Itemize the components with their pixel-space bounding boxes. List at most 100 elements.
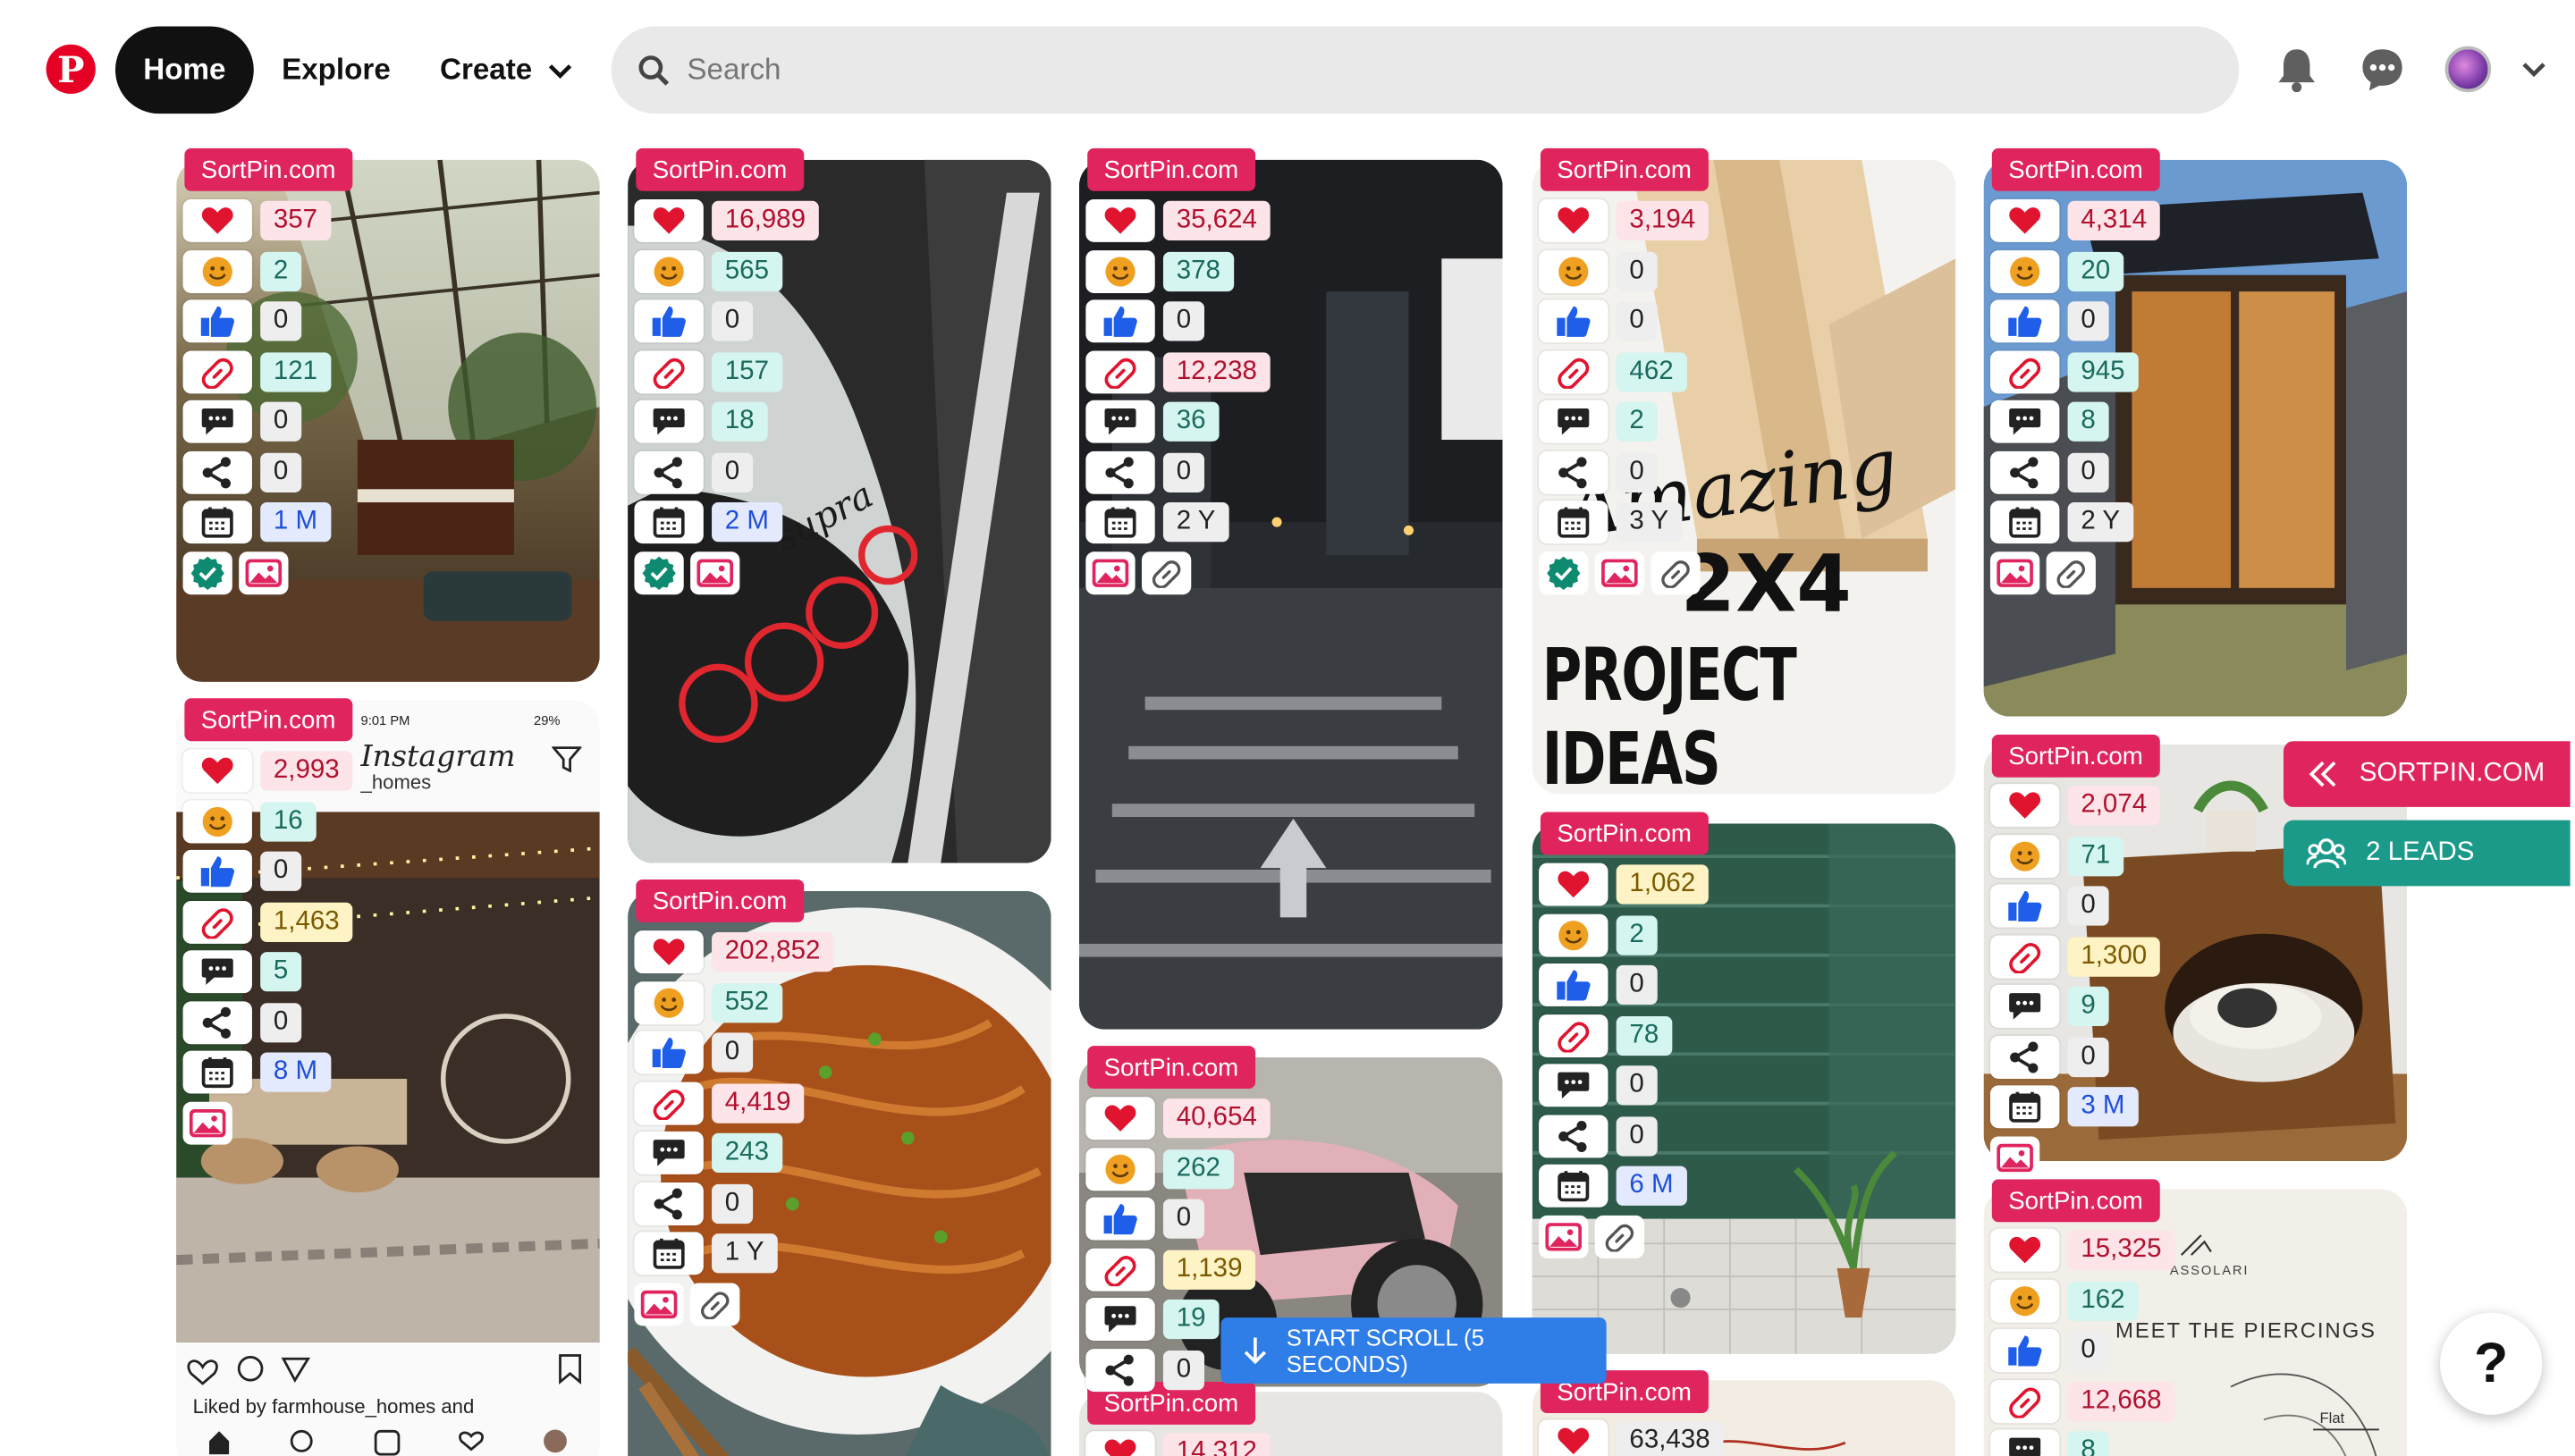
- start-scroll-button[interactable]: START SCROLL (5 SECONDS): [1220, 1317, 1607, 1384]
- pin-stat-likes: 0: [182, 299, 302, 343]
- pin-stat-hearts: 14,312: [1085, 1431, 1271, 1456]
- sortpin-tag[interactable]: SortPin.com: [184, 147, 352, 191]
- image-icon[interactable]: [1989, 1135, 2040, 1179]
- filter-icon: [552, 746, 582, 773]
- image-icon[interactable]: [634, 1282, 684, 1326]
- pin-stat-value: 462: [1616, 351, 1687, 391]
- sortpin-tag[interactable]: SortPin.com: [1991, 734, 2160, 778]
- verified-icon[interactable]: [634, 551, 684, 594]
- link-icon[interactable]: [2046, 551, 2096, 594]
- pin-stat-value: 0: [1616, 451, 1658, 492]
- sortpin-tag[interactable]: SortPin.com: [1540, 147, 1709, 191]
- pin-stat-hearts: 357: [182, 198, 331, 242]
- image-icon[interactable]: [239, 551, 289, 594]
- heart-icon: [1989, 784, 2060, 828]
- pin-stat-reactions: 262: [1085, 1147, 1234, 1191]
- pin-stat-link-clicks: 462: [1539, 349, 1687, 393]
- link-icon[interactable]: [1594, 1214, 1645, 1258]
- verified-icon[interactable]: [1539, 551, 1589, 594]
- account-chevron-down-icon[interactable]: [2508, 43, 2561, 96]
- search-bar[interactable]: [611, 26, 2240, 114]
- heart-icon: [634, 930, 704, 974]
- nav-home-button[interactable]: Home: [114, 26, 254, 114]
- link-icon[interactable]: [1141, 551, 1192, 594]
- heart-icon: [182, 198, 252, 242]
- pin-stat-hearts: 63,438: [1539, 1419, 1724, 1456]
- link-icon[interactable]: [690, 1282, 740, 1326]
- comment-icon: [634, 400, 704, 443]
- leads-panel-button[interactable]: 2 LEADS: [2283, 820, 2571, 887]
- image-icon[interactable]: [182, 1100, 232, 1144]
- pin-stat-value: 3,194: [1616, 200, 1709, 241]
- heart-icon: [1085, 1097, 1155, 1140]
- pin-stat-value: 2: [260, 251, 302, 291]
- image-icon[interactable]: [690, 551, 740, 594]
- pinterest-logo[interactable]: P: [46, 44, 96, 95]
- sortpin-tag[interactable]: SortPin.com: [1540, 812, 1709, 855]
- sortpin-tag[interactable]: SortPin.com: [184, 698, 352, 742]
- pin-stat-value: 0: [712, 451, 753, 492]
- calendar-icon: [1085, 501, 1155, 544]
- pin-stat-value: 1 Y: [712, 1233, 778, 1274]
- sortpin-tag[interactable]: SortPin.com: [636, 879, 804, 922]
- nav-create-menu[interactable]: Create: [426, 26, 585, 114]
- pin-stat-value: 63,438: [1616, 1421, 1724, 1456]
- pin-stat-value: 4,314: [2067, 200, 2160, 241]
- smile-icon: [182, 249, 252, 293]
- pin-stat-value: 35,624: [1162, 200, 1271, 241]
- pin-stat-hearts: 2,074: [1989, 784, 2160, 828]
- piercing-brand: ASSOLARI: [2169, 1263, 2250, 1278]
- instagram-handle: _homes: [360, 770, 432, 795]
- calendar-icon: [634, 501, 704, 544]
- pin-stat-value: 565: [712, 251, 782, 291]
- smile-icon: [634, 980, 704, 1024]
- avatar[interactable]: [2444, 46, 2492, 93]
- pin-stat-hearts: 2,993: [182, 749, 353, 793]
- image-icon[interactable]: [1539, 1214, 1589, 1258]
- share-icon: [634, 1182, 704, 1225]
- pin-stat-value: 243: [712, 1132, 782, 1174]
- instagram-liked-by: Liked by farmhouse_homes and: [192, 1394, 475, 1418]
- search-input[interactable]: [687, 52, 2170, 88]
- messages-icon[interactable]: [2356, 43, 2409, 96]
- pin-stat-value: 0: [712, 1032, 753, 1073]
- heart-icon: [1085, 1431, 1155, 1456]
- sortpin-tag[interactable]: SortPin.com: [636, 147, 804, 191]
- pin-stat-reactions: 378: [1085, 249, 1234, 293]
- calendar-icon: [634, 1232, 704, 1275]
- image-icon[interactable]: [1594, 551, 1645, 594]
- sortpin-panel-label: SORTPIN.COM: [2359, 759, 2545, 787]
- thumb-icon: [182, 849, 252, 893]
- pin-stat-value: 552: [712, 982, 782, 1023]
- image-icon[interactable]: [1989, 551, 2040, 594]
- comment-icon: [1989, 400, 2060, 443]
- pin-stat-shares: 0: [634, 1182, 753, 1225]
- pin-stat-value: 0: [1162, 301, 1204, 341]
- image-icon[interactable]: [1085, 551, 1136, 594]
- share-icon: [1085, 1348, 1155, 1392]
- sortpin-tag[interactable]: SortPin.com: [1991, 1179, 2160, 1223]
- pin-stat-shares: 0: [634, 450, 753, 493]
- pin-stat-reactions: 0: [1539, 249, 1658, 293]
- pin-stat-likes: 0: [182, 849, 302, 893]
- pin-stat-value: 36: [1162, 401, 1220, 442]
- sortpin-tag[interactable]: SortPin.com: [1991, 147, 2160, 191]
- piercing-flat-label: Flat: [2319, 1410, 2345, 1427]
- pin-stat-value: 14,312: [1162, 1433, 1271, 1456]
- notifications-bell-icon[interactable]: [2270, 43, 2323, 96]
- pin-stat-link-clicks: 4,419: [634, 1081, 805, 1124]
- help-button[interactable]: ?: [2440, 1312, 2543, 1415]
- pin-stat-value: 9: [2067, 986, 2109, 1027]
- verified-icon[interactable]: [182, 551, 232, 594]
- link-icon[interactable]: [1651, 551, 1701, 594]
- sortpin-tag[interactable]: SortPin.com: [1087, 147, 1255, 191]
- pin-stat-value: 2: [1616, 401, 1658, 442]
- calendar-icon: [1989, 501, 2060, 544]
- nav-explore-link[interactable]: Explore: [268, 26, 403, 114]
- pin-stat-reactions: 552: [634, 980, 782, 1024]
- calendar-icon: [1539, 1164, 1608, 1208]
- pin-stat-value: 0: [1162, 1350, 1204, 1390]
- pin-stat-shares: 0: [182, 1000, 302, 1044]
- sortpin-panel-button[interactable]: SORTPIN.COM: [2283, 741, 2571, 807]
- sortpin-tag[interactable]: SortPin.com: [1087, 1046, 1255, 1090]
